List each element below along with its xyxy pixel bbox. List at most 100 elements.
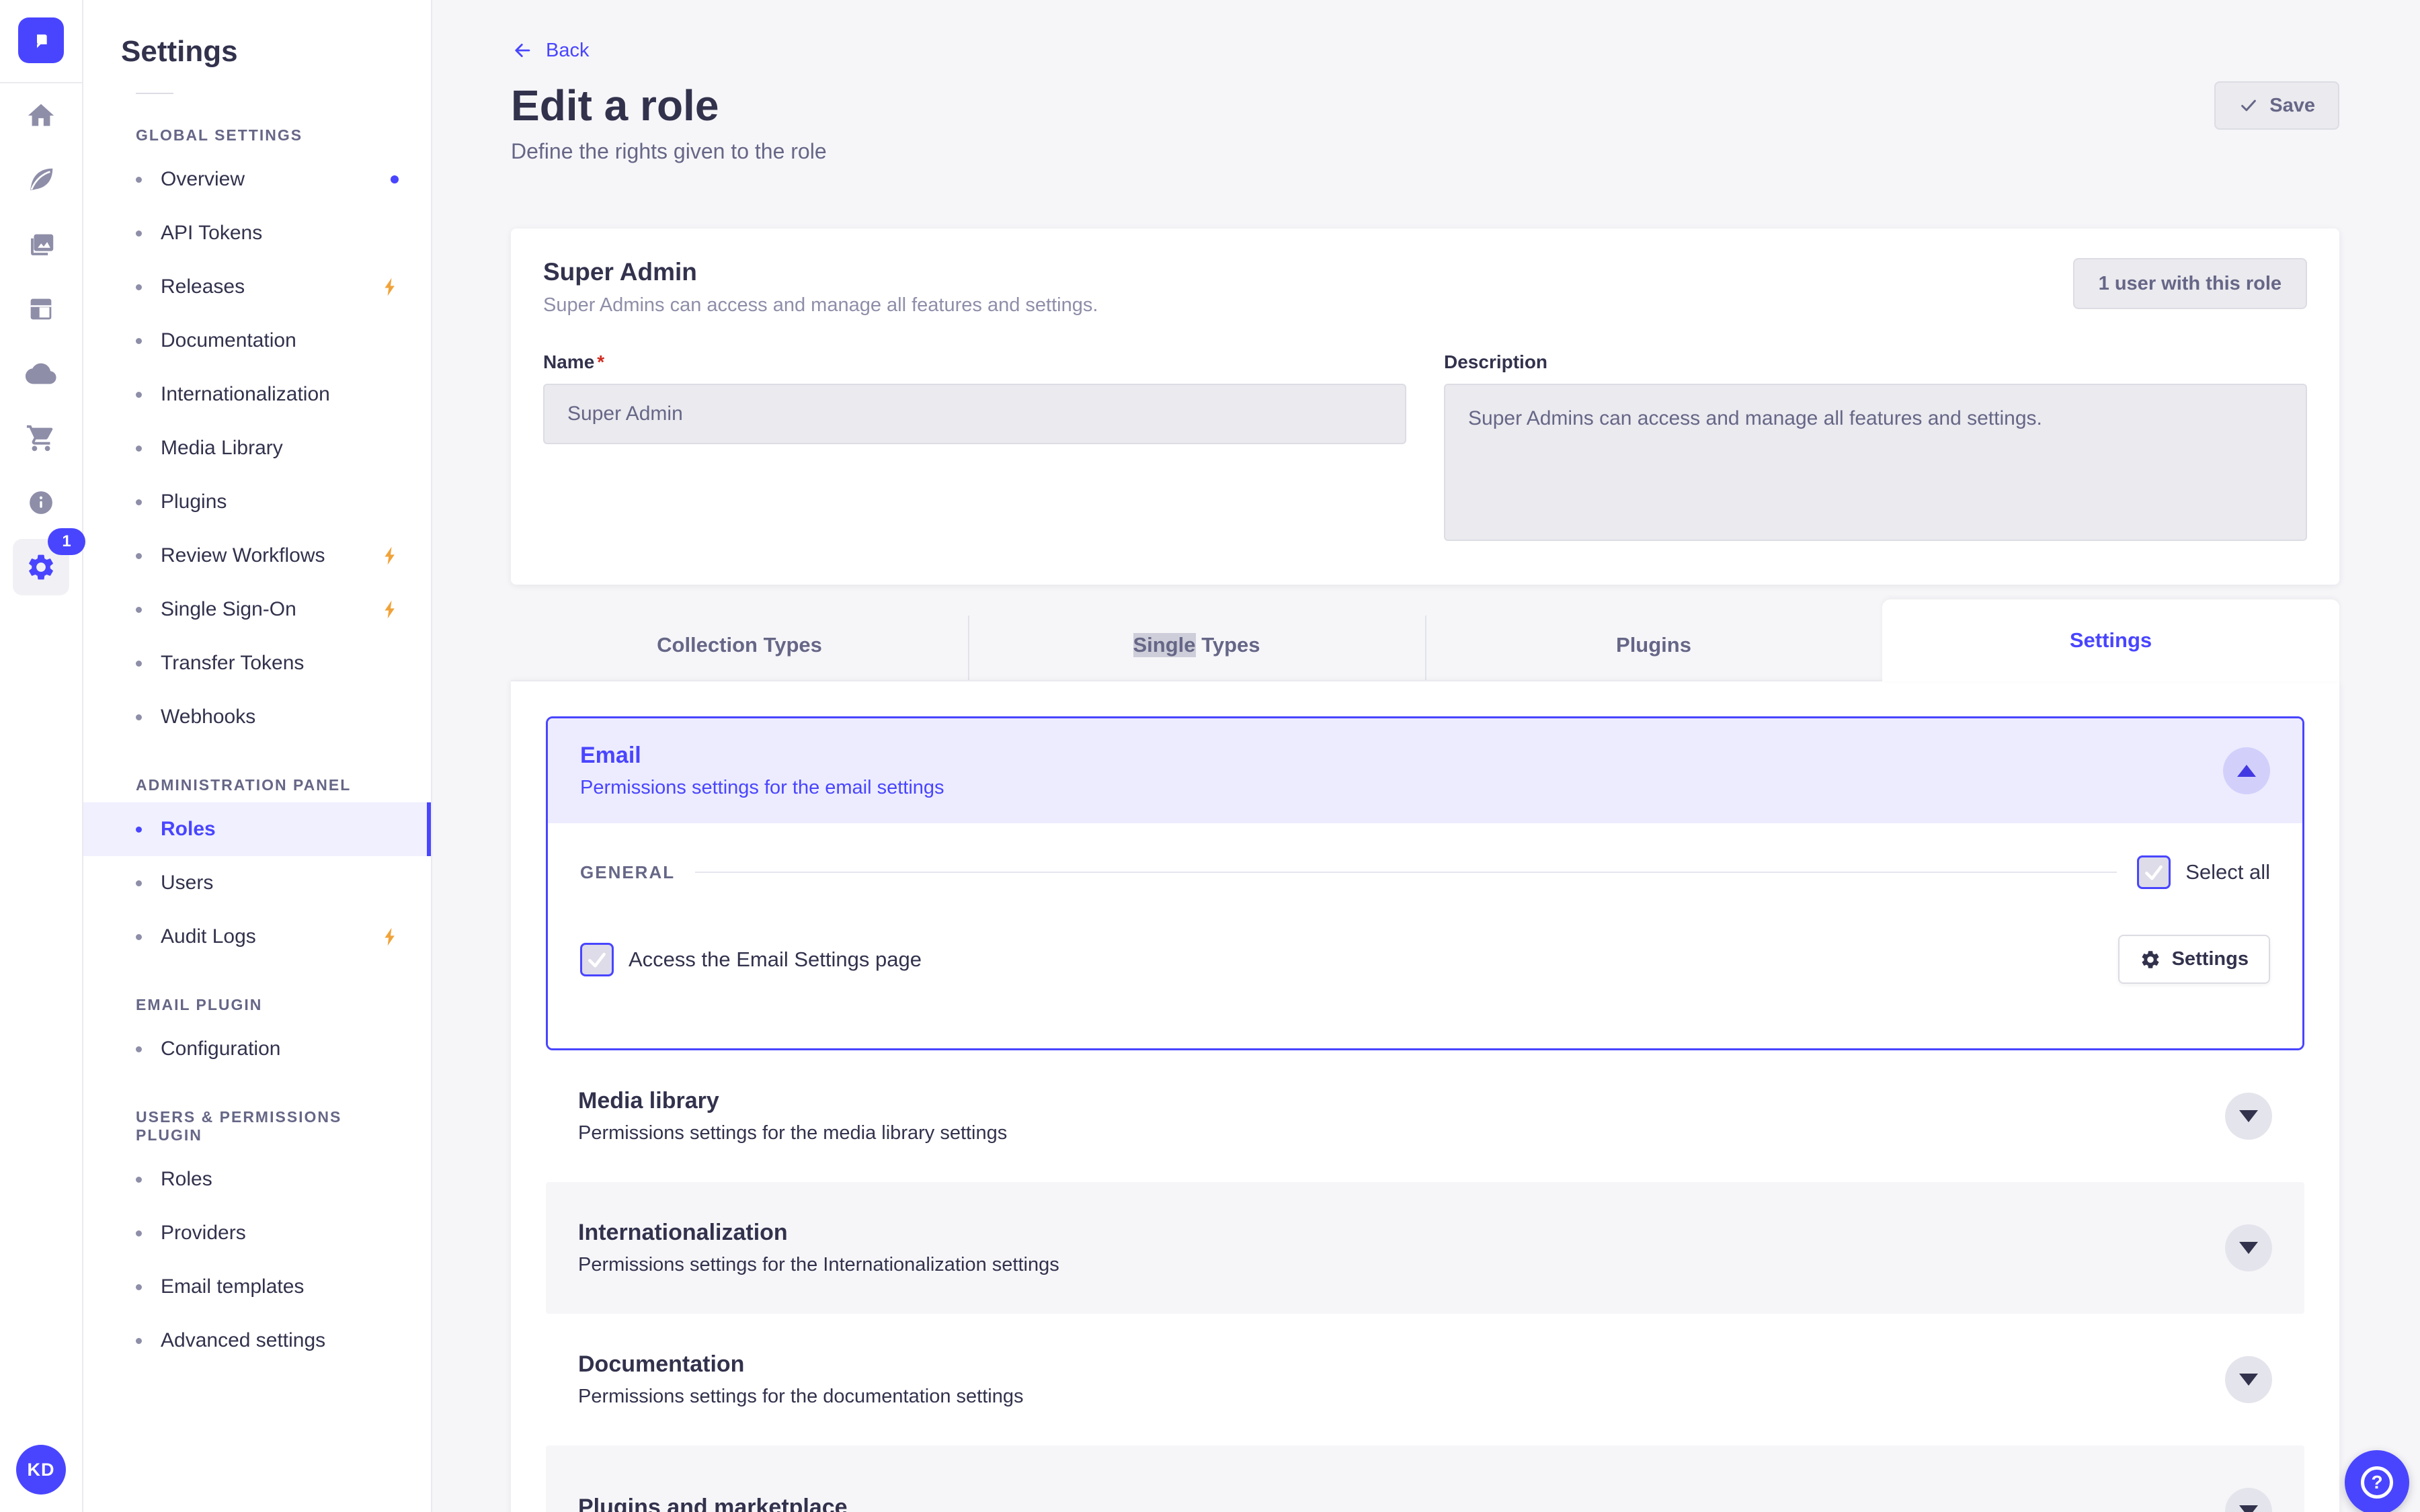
sidebar-item-email-templates[interactable]: Email templates (83, 1260, 431, 1314)
cloud-icon (26, 363, 56, 384)
general-section-label: GENERAL (580, 862, 676, 882)
tab-single-types[interactable]: Single Types (968, 610, 1425, 680)
sidebar-item-admin-roles[interactable]: Roles (83, 802, 431, 856)
sidebar-item-advanced-settings[interactable]: Advanced settings (83, 1314, 431, 1368)
expand-toggle-button[interactable] (2225, 1093, 2272, 1140)
accordion-email-body: GENERAL Select all Access the Email Sett… (548, 823, 2302, 1048)
accordion-title: Plugins and marketplace (578, 1494, 848, 1512)
images-icon (31, 234, 54, 255)
bullet-icon (136, 337, 142, 344)
lightning-icon (385, 600, 395, 619)
sidebar-title-divider (136, 93, 173, 94)
sidebar-item-api-tokens[interactable]: API Tokens (83, 206, 431, 260)
bullet-icon (136, 445, 142, 452)
chevron-up-icon (2237, 765, 2256, 777)
bullet-icon (136, 1046, 142, 1052)
sidebar-item-overview[interactable]: Overview (83, 153, 431, 206)
sidebar-item-admin-users[interactable]: Users (83, 856, 431, 910)
user-avatar[interactable]: KD (16, 1445, 66, 1495)
name-label: Name * (543, 351, 605, 372)
bullet-icon (136, 826, 142, 833)
permission-settings-button[interactable]: Settings (2118, 935, 2270, 984)
help-button[interactable]: ? (2345, 1450, 2409, 1512)
sidebar-item-up-roles[interactable]: Roles (83, 1152, 431, 1206)
tab-plugins[interactable]: Plugins (1425, 610, 1882, 680)
bullet-icon (136, 499, 142, 505)
users-with-role-button[interactable]: 1 user with this role (2072, 258, 2307, 309)
description-field: Description Super Admins can access and … (1444, 351, 2307, 544)
strapi-logo[interactable] (18, 17, 64, 63)
expand-toggle-button[interactable] (2225, 1488, 2272, 1512)
collapse-toggle-button[interactable] (2223, 747, 2270, 794)
question-mark-icon: ? (2361, 1466, 2393, 1499)
sidebar-item-settings[interactable]: 1 (0, 528, 85, 599)
expand-toggle-button[interactable] (2225, 1356, 2272, 1403)
save-button[interactable]: Save (2214, 81, 2339, 130)
selected-text-highlight: Single (1133, 633, 1196, 657)
permissions-tabs: Collection Types Single Types Plugins Set… (511, 599, 2339, 681)
sidebar-item-content-type-builder[interactable] (0, 277, 83, 341)
sidebar-item-info[interactable] (0, 470, 83, 535)
section-divider (695, 872, 2118, 873)
gear-icon (29, 554, 53, 580)
accordion-plugins-and-marketplace[interactable]: Plugins and marketplace (546, 1445, 2304, 1512)
section-email-plugin: EMAIL PLUGIN (136, 996, 263, 1013)
select-all-checkbox[interactable] (2137, 855, 2171, 889)
bullet-icon (136, 933, 142, 940)
expand-toggle-button[interactable] (2225, 1224, 2272, 1271)
sidebar-item-single-sign-on[interactable]: Single Sign-On (83, 583, 431, 636)
settings-active-indicator: 1 (13, 528, 85, 595)
accordion-documentation[interactable]: Documentation Permissions settings for t… (546, 1314, 2304, 1445)
check-icon (2145, 865, 2163, 880)
accordion-title: Documentation (578, 1351, 745, 1377)
sidebar-item-providers[interactable]: Providers (83, 1206, 431, 1260)
bullet-icon (136, 714, 142, 720)
settings-permissions-panel: Email Permissions settings for the email… (511, 680, 2339, 1512)
sidebar-item-transfer-tokens[interactable]: Transfer Tokens (83, 636, 431, 690)
bullet-icon (136, 606, 142, 613)
settings-sidebar: Settings GLOBAL SETTINGS Overview API To… (83, 0, 432, 1512)
sidebar-item-home[interactable] (0, 83, 83, 148)
chevron-down-icon (2239, 1505, 2258, 1512)
tab-collection-types[interactable]: Collection Types (511, 610, 968, 680)
sidebar-item-internationalization[interactable]: Internationalization (83, 368, 431, 421)
cart-icon (26, 425, 53, 452)
bullet-icon (136, 176, 142, 183)
tab-settings[interactable]: Settings (1882, 599, 2339, 681)
page-title: Edit a role (511, 81, 719, 130)
chevron-down-icon (2239, 1242, 2258, 1254)
accordion-subtitle: Permissions settings for the email setti… (580, 777, 944, 798)
sidebar-item-media-library[interactable] (0, 212, 83, 277)
layout-icon (30, 298, 52, 320)
back-link[interactable]: Back (511, 39, 589, 62)
sidebar-item-releases[interactable]: Releases (83, 260, 431, 314)
sidebar-item-plugins[interactable]: Plugins (83, 475, 431, 529)
accordion-subtitle: Permissions settings for the media libra… (578, 1122, 1008, 1144)
required-asterisk: * (597, 351, 605, 372)
sidebar-item-documentation[interactable]: Documentation (83, 314, 431, 368)
notification-badge: 1 (48, 528, 85, 555)
sidebar-item-media-library[interactable]: Media Library (83, 421, 431, 475)
sidebar-item-marketplace[interactable] (0, 406, 83, 470)
sidebar-item-content-manager[interactable] (0, 148, 83, 212)
sidebar-item-email-configuration[interactable]: Configuration (83, 1022, 431, 1076)
accordion-internationalization[interactable]: Internationalization Permissions setting… (546, 1182, 2304, 1314)
bullet-icon (136, 1176, 142, 1183)
section-global-settings: GLOBAL SETTINGS (136, 126, 303, 144)
accordion-media-library[interactable]: Media library Permissions settings for t… (546, 1050, 2304, 1182)
bullet-icon (136, 1230, 142, 1236)
check-icon (2241, 99, 2257, 112)
icon-rail: 1 KD (0, 0, 85, 1512)
chevron-down-icon (2239, 1374, 2258, 1386)
sidebar-item-webhooks[interactable]: Webhooks (83, 690, 431, 744)
lightning-icon (385, 278, 395, 296)
sidebar-item-cloud[interactable] (0, 341, 83, 406)
sidebar-item-review-workflows[interactable]: Review Workflows (83, 529, 431, 583)
access-email-settings-checkbox[interactable] (580, 942, 614, 976)
bullet-icon (136, 284, 142, 290)
sidebar-title: Settings (121, 35, 238, 68)
info-icon (30, 491, 52, 514)
sidebar-item-audit-logs[interactable]: Audit Logs (83, 910, 431, 964)
check-icon (588, 952, 606, 968)
accordion-email-header[interactable]: Email Permissions settings for the email… (548, 718, 2302, 823)
